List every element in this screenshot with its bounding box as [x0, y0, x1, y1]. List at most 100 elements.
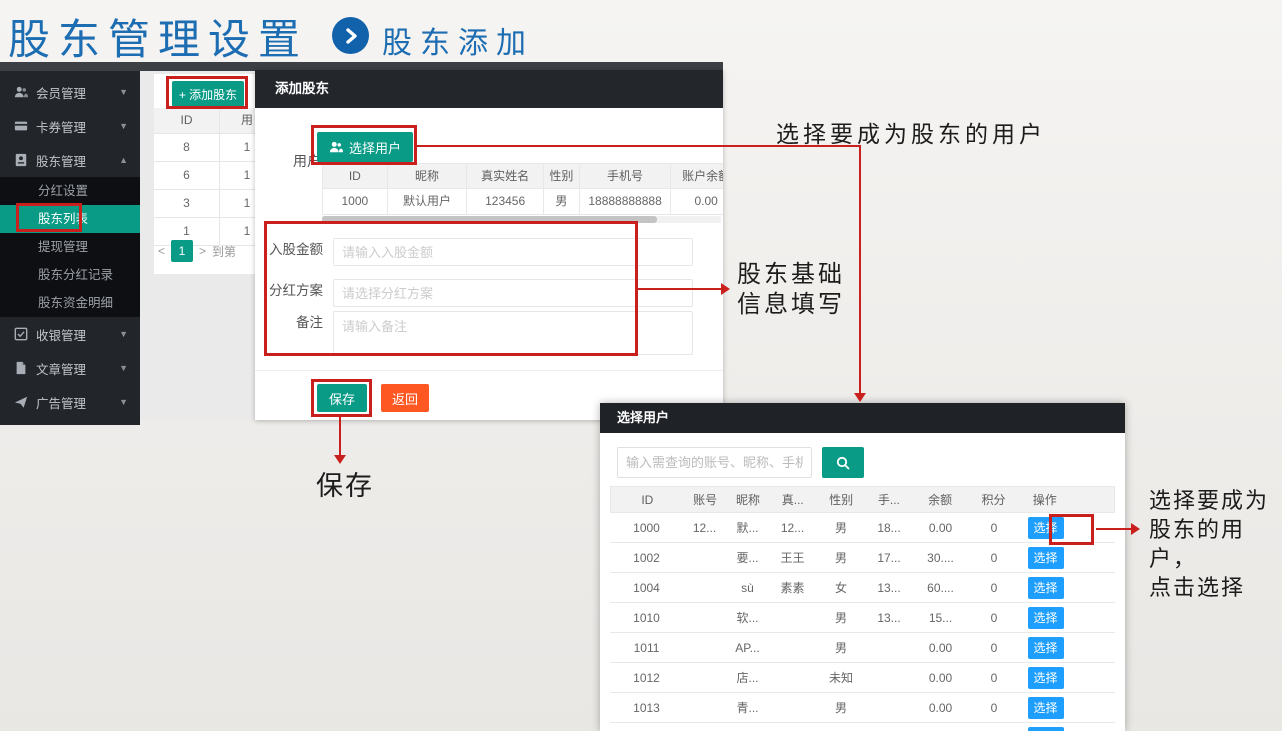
- user-row: 1012 店... 未知 0.00 0 选择: [610, 663, 1115, 693]
- submenu-item-dividend-records[interactable]: 股东分红记录: [0, 261, 140, 289]
- chevron-down-icon: ▼: [119, 121, 128, 131]
- submenu-item-shareholder-list[interactable]: 股东列表: [0, 205, 140, 233]
- user-row: 1013 青... 男 0.00 0 选择: [610, 693, 1115, 723]
- sidebar-item-label: 收银管理: [36, 325, 119, 344]
- user-row-partial: 选择: [610, 723, 1115, 731]
- table-row: 1000 默认用户 123456 男 18888888888 0.00: [322, 189, 723, 215]
- page-number[interactable]: 1: [171, 240, 193, 262]
- form-row-remark: 备注: [255, 311, 723, 355]
- panel-title: 添加股东: [255, 70, 723, 108]
- horizontal-scrollbar[interactable]: [322, 216, 721, 223]
- choose-button[interactable]: 选择: [1028, 637, 1064, 659]
- user-row: 1010 软... 男 13... 15... 0 选择: [610, 603, 1115, 633]
- note-select-user: 选择要成为股东的用户: [776, 115, 1046, 149]
- submenu-item-withdrawal[interactable]: 提现管理: [0, 233, 140, 261]
- document-icon: [14, 361, 28, 375]
- sidebar-item-members[interactable]: 会员管理 ▼: [0, 75, 140, 109]
- col-id: ID: [154, 108, 220, 133]
- chevron-down-icon: ▼: [119, 363, 128, 373]
- sidebar-item-ads[interactable]: 广告管理 ▼: [0, 385, 140, 419]
- note-basic-info: 股东基础 信息填写: [737, 260, 845, 320]
- choose-button[interactable]: 选择: [1028, 517, 1064, 539]
- page-title: 股东管理设置: [8, 6, 308, 67]
- table-header-row: ID 账号 昵称 真... 性别 手... 余额 积分 操作: [610, 486, 1115, 513]
- add-shareholder-label: 添加股东: [189, 88, 237, 102]
- sidebar-item-coupons[interactable]: 卡券管理 ▼: [0, 109, 140, 143]
- user-row: 1011 AP... 男 0.00 0 选择: [610, 633, 1115, 663]
- pagination: < 1 > 到第: [158, 240, 236, 262]
- note-save: 保存: [316, 464, 374, 503]
- field-label: 备注: [255, 311, 333, 355]
- choose-button[interactable]: 选择: [1028, 607, 1064, 629]
- search-button[interactable]: [822, 447, 864, 478]
- chevron-circle-icon: [332, 17, 369, 54]
- arrow-down-icon: [334, 455, 346, 464]
- choose-button[interactable]: 选择: [1028, 667, 1064, 689]
- page: 股东管理设置 股东添加 会员管理 ▼ 卡券管理 ▼ 股东管理 ▲ 分红设置 股东…: [0, 0, 1282, 731]
- sidebar-item-label: 股东管理: [36, 151, 119, 170]
- field-label: 分红方案: [255, 279, 333, 307]
- card-icon: [14, 119, 28, 133]
- sidebar-item-cashier[interactable]: 收银管理 ▼: [0, 317, 140, 351]
- page-jump-label: 到第: [212, 243, 236, 260]
- annotation-line: [1096, 528, 1132, 530]
- select-user-label: 选择用户: [349, 138, 401, 157]
- sidebar-item-label: 卡券管理: [36, 117, 119, 136]
- chevron-up-icon: ▲: [119, 155, 128, 165]
- sidebar-submenu: 分红设置 股东列表 提现管理 股东分红记录 股东资金明细: [0, 177, 140, 317]
- form-row-amount: 入股金额: [255, 238, 723, 266]
- save-button[interactable]: 保存: [317, 384, 367, 412]
- page-prev-button[interactable]: <: [158, 244, 165, 258]
- page-next-button[interactable]: >: [199, 244, 206, 258]
- scrollbar-thumb[interactable]: [322, 216, 657, 223]
- chevron-down-icon: ▼: [119, 397, 128, 407]
- choose-button[interactable]: 选择: [1028, 727, 1064, 731]
- users-icon: [329, 140, 343, 154]
- checkbox-icon: [14, 327, 28, 341]
- select-user-modal: 选择用户 ID 账号 昵称 真... 性别 手... 余额 积分 操作 1000…: [600, 403, 1125, 731]
- submenu-item-fund-details[interactable]: 股东资金明细: [0, 289, 140, 317]
- note-choose-user: 选择要成为 股东的用户， 点击选择: [1149, 486, 1282, 602]
- submenu-item-dividend-settings[interactable]: 分红设置: [0, 177, 140, 205]
- user-search-input[interactable]: [617, 447, 812, 478]
- choose-button[interactable]: 选择: [1028, 547, 1064, 569]
- page-subtitle: 股东添加: [382, 18, 534, 62]
- add-shareholder-button[interactable]: + 添加股东: [172, 81, 244, 107]
- amount-input[interactable]: [333, 238, 693, 266]
- dividend-plan-input[interactable]: [333, 279, 693, 307]
- select-user-button[interactable]: 选择用户: [317, 132, 413, 162]
- sidebar: 会员管理 ▼ 卡券管理 ▼ 股东管理 ▲ 分红设置 股东列表 提现管理 股东分红…: [0, 71, 140, 425]
- sidebar-item-label: 广告管理: [36, 393, 119, 412]
- arrow-right-icon: [721, 283, 730, 295]
- search-icon: [835, 455, 851, 471]
- user-row: 1002 要... 王王 男 17... 30.... 0 选择: [610, 543, 1115, 573]
- annotation-line: [859, 145, 861, 395]
- users-icon: [14, 85, 28, 99]
- paper-plane-icon: [14, 395, 28, 409]
- sidebar-item-label: 文章管理: [36, 359, 119, 378]
- remark-textarea[interactable]: [333, 311, 693, 355]
- table-header-row: ID 昵称 真实姓名 性别 手机号 账户余额: [322, 163, 723, 189]
- sidebar-item-shareholders[interactable]: 股东管理 ▲: [0, 143, 140, 177]
- arrow-down-icon: [854, 393, 866, 402]
- annotation-line: [339, 417, 341, 457]
- sidebar-item-articles[interactable]: 文章管理 ▼: [0, 351, 140, 385]
- arrow-right-icon: [1131, 523, 1140, 535]
- form-row-plan: 分红方案: [255, 279, 723, 307]
- chevron-down-icon: ▼: [119, 87, 128, 97]
- user-row: 1000 12... 默... 12... 男 18... 0.00 0 选择: [610, 513, 1115, 543]
- back-button[interactable]: 返回: [381, 384, 429, 412]
- chevron-down-icon: ▼: [119, 329, 128, 339]
- choose-button[interactable]: 选择: [1028, 697, 1064, 719]
- annotation-line: [417, 145, 861, 147]
- add-shareholder-panel: 添加股东 用户 选择用户 ID 昵称 真实姓名 性别 手机号 账户余额 1000…: [255, 70, 723, 420]
- annotation-line: [638, 288, 722, 290]
- id-badge-icon: [14, 153, 28, 167]
- sidebar-item-label: 会员管理: [36, 83, 119, 102]
- choose-button[interactable]: 选择: [1028, 577, 1064, 599]
- user-table: ID 账号 昵称 真... 性别 手... 余额 积分 操作 1000 12..…: [610, 486, 1115, 731]
- modal-title: 选择用户: [600, 403, 1125, 433]
- selected-user-table: ID 昵称 真实姓名 性别 手机号 账户余额 1000 默认用户 123456 …: [322, 163, 723, 215]
- divider: [255, 370, 723, 371]
- user-row: 1004 sù 素素 女 13... 60.... 0 选择: [610, 573, 1115, 603]
